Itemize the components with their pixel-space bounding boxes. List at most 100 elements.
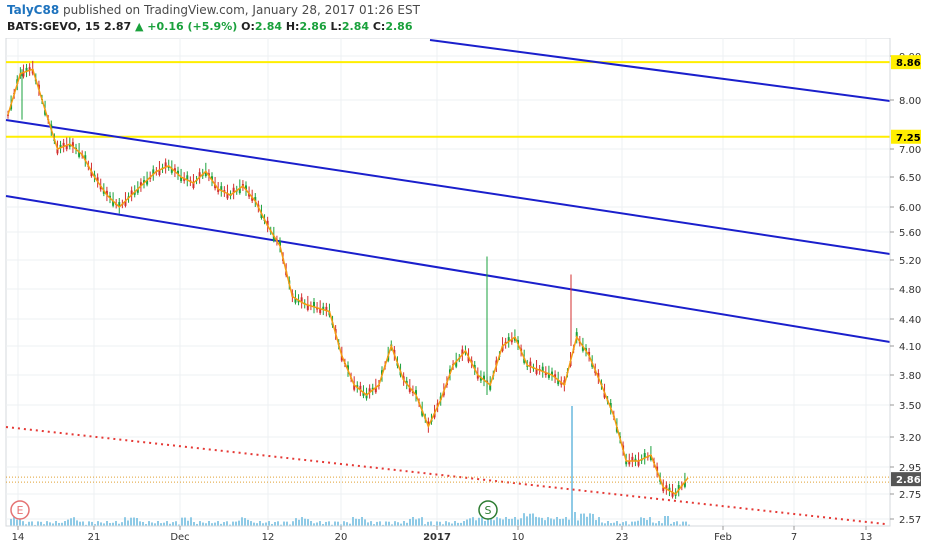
volume-bar bbox=[46, 521, 48, 526]
volume-bar bbox=[559, 519, 561, 526]
volume-bar bbox=[598, 517, 600, 526]
volume-bar bbox=[175, 521, 177, 526]
volume-bar bbox=[79, 521, 81, 526]
volume-bar bbox=[355, 518, 357, 526]
open-label: O: bbox=[241, 20, 255, 33]
volume-bar bbox=[589, 513, 591, 526]
volume-bar bbox=[643, 517, 645, 526]
volume-bar bbox=[217, 521, 219, 526]
volume-bar bbox=[514, 517, 516, 526]
volume-bar bbox=[301, 517, 303, 526]
volume-bar bbox=[511, 518, 513, 526]
volume-bar bbox=[448, 522, 450, 526]
volume-bar bbox=[631, 521, 633, 526]
volume-bar bbox=[16, 519, 18, 526]
volume-bar bbox=[520, 518, 522, 526]
volume-bar bbox=[55, 521, 57, 526]
close-value: 2.86 bbox=[385, 20, 413, 33]
volume-bar bbox=[415, 519, 417, 526]
volume-bar bbox=[244, 518, 246, 526]
volume-bar bbox=[91, 521, 93, 526]
volume-bar bbox=[658, 521, 660, 526]
volume-bar bbox=[403, 521, 405, 526]
volume-bar bbox=[226, 521, 228, 526]
volume-bar bbox=[136, 518, 138, 526]
volume-bar bbox=[676, 521, 678, 526]
volume-bar bbox=[376, 521, 378, 526]
volume-bar bbox=[532, 513, 534, 526]
volume-bar bbox=[187, 520, 189, 526]
volume-bar bbox=[88, 521, 90, 526]
volume-bar bbox=[40, 521, 42, 526]
volume-bar bbox=[667, 516, 669, 526]
volume-bar bbox=[412, 517, 414, 526]
event-marker-label: S bbox=[485, 504, 492, 517]
volume-bar bbox=[538, 517, 540, 526]
volume-bar bbox=[202, 522, 204, 526]
volume-bar bbox=[439, 521, 441, 526]
x-tick-label: 21 bbox=[88, 532, 101, 543]
volume-bar bbox=[13, 517, 15, 526]
volume-bar bbox=[595, 520, 597, 526]
volume-bar bbox=[319, 521, 321, 526]
volume-bar bbox=[295, 518, 297, 526]
volume-bar bbox=[499, 518, 501, 526]
volume-bar bbox=[517, 519, 519, 526]
volume-bar bbox=[364, 519, 366, 526]
volume-bar bbox=[274, 521, 276, 526]
volume-bar bbox=[592, 513, 594, 526]
volume-bar bbox=[607, 521, 609, 526]
price-change: +0.16 (+5.9%) bbox=[147, 20, 238, 33]
y-tick-label: 6.50 bbox=[899, 173, 921, 184]
y-tick-label: 8.00 bbox=[899, 96, 921, 107]
y-tick-label: 3.50 bbox=[899, 401, 921, 412]
volume-bar bbox=[232, 521, 234, 526]
volume-bar bbox=[127, 520, 129, 526]
volume-bar bbox=[184, 517, 186, 526]
volume-bar bbox=[418, 518, 420, 526]
volume-bar bbox=[334, 521, 336, 526]
volume-bar bbox=[397, 522, 399, 526]
volume-bar bbox=[571, 406, 573, 526]
x-tick-label: 23 bbox=[616, 532, 629, 543]
volume-bar bbox=[259, 521, 261, 526]
volume-bar bbox=[541, 517, 543, 526]
volume-bar bbox=[115, 521, 117, 526]
volume-bar bbox=[583, 513, 585, 526]
volume-bar bbox=[142, 521, 144, 526]
volume-bar bbox=[292, 521, 294, 526]
volume-bar bbox=[562, 518, 564, 526]
volume-bar bbox=[529, 513, 531, 526]
symbol-label[interactable]: BATS:GEVO, 15 bbox=[7, 20, 100, 33]
volume-bar bbox=[685, 521, 687, 526]
volume-bar bbox=[478, 517, 480, 526]
volume-bar bbox=[283, 521, 285, 526]
volume-bar bbox=[649, 517, 651, 526]
volume-bar bbox=[484, 520, 486, 526]
volume-bar bbox=[409, 518, 411, 526]
volume-bar bbox=[577, 520, 579, 526]
x-tick-label: 2017 bbox=[423, 532, 451, 543]
symbol-line: BATS:GEVO, 15 2.87 ▲ +0.16 (+5.9%) O:2.8… bbox=[7, 20, 412, 33]
volume-bar bbox=[100, 522, 102, 526]
author-link[interactable]: TalyC88 bbox=[7, 3, 59, 17]
volume-bar bbox=[238, 520, 240, 526]
x-tick-label: 7 bbox=[791, 532, 797, 543]
volume-bar bbox=[247, 519, 249, 526]
volume-bar bbox=[268, 521, 270, 526]
high-value: 2.86 bbox=[299, 20, 327, 33]
price-chart[interactable]: ES9.008.007.006.506.005.605.204.804.404.… bbox=[0, 38, 932, 550]
volume-bar bbox=[544, 520, 546, 526]
publish-line: TalyC88 published on TradingView.com, Ja… bbox=[7, 3, 420, 17]
volume-bar bbox=[436, 521, 438, 526]
volume-bar bbox=[454, 521, 456, 526]
volume-bar bbox=[601, 522, 603, 526]
volume-bar bbox=[286, 521, 288, 526]
volume-bar bbox=[553, 519, 555, 526]
volume-bar bbox=[637, 520, 639, 526]
volume-bar bbox=[124, 517, 126, 526]
volume-bar bbox=[523, 513, 525, 526]
volume-bar bbox=[328, 521, 330, 526]
volume-bar bbox=[310, 521, 312, 526]
low-label: L: bbox=[330, 20, 342, 33]
